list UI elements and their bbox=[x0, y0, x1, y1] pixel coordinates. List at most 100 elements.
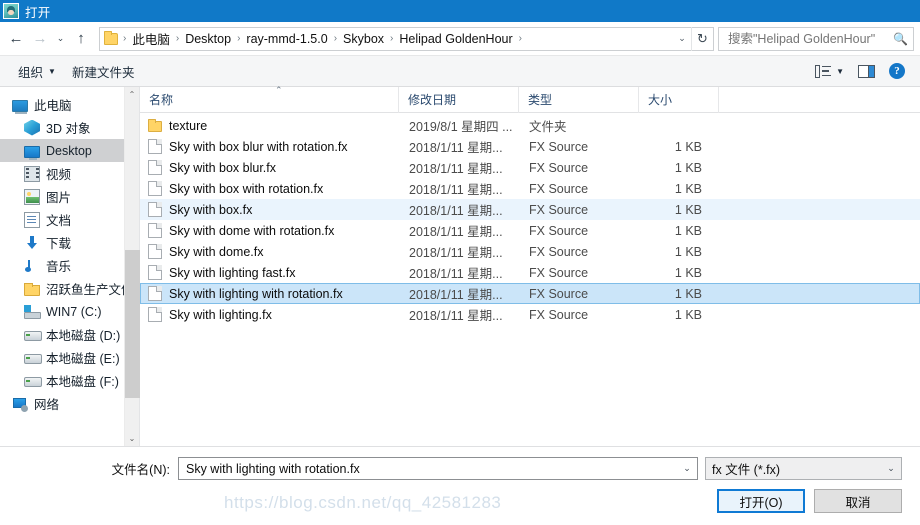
file-list: texture 2019/8/1 星期四 ... 文件夹 Sky with box b… bbox=[140, 113, 920, 446]
column-header-size[interactable]: 大小 bbox=[639, 86, 719, 113]
address-bar[interactable]: › 此电脑 › Desktop › ray-mmd-1.5.0 › Skybox… bbox=[99, 26, 714, 51]
filename-input[interactable] bbox=[184, 460, 679, 477]
search-input[interactable] bbox=[726, 30, 891, 47]
table-row[interactable]: Sky with box blur with rotation.fx 2018/1… bbox=[140, 136, 920, 157]
file-size-cell: 1 KB bbox=[674, 202, 702, 217]
documents-icon bbox=[24, 211, 40, 228]
table-row[interactable]: Sky with box with rotation.fx 2018/1/11 星… bbox=[140, 178, 920, 199]
view-list-icon bbox=[815, 64, 832, 78]
file-name-cell: Sky with lighting fast.fx bbox=[141, 265, 400, 280]
column-headers: 名称 ⌃ 修改日期 类型 大小 bbox=[140, 85, 920, 113]
file-name-label: Sky with box with rotation.fx bbox=[169, 181, 324, 196]
sidebar-item-3[interactable]: 视频 bbox=[0, 162, 124, 185]
sidebar-item-8[interactable]: 沼跃鱼生产文件 bbox=[0, 277, 124, 300]
open-button[interactable]: 打开(O) bbox=[717, 489, 805, 513]
file-type-cell: 文件夹 bbox=[529, 120, 567, 134]
column-header-type[interactable]: 类型 bbox=[519, 86, 639, 113]
breadcrumb-item-3[interactable]: Skybox bbox=[340, 30, 387, 48]
scrollbar-track[interactable] bbox=[125, 102, 140, 431]
preview-pane-button[interactable] bbox=[851, 63, 882, 80]
sidebar-item-6[interactable]: 下载 bbox=[0, 231, 124, 254]
refresh-icon[interactable]: ↻ bbox=[691, 26, 713, 51]
table-row[interactable]: Sky with dome.fx 2018/1/11 星期... FX Source… bbox=[140, 241, 920, 262]
table-row[interactable]: Sky with lighting fast.fx 2018/1/11 星期...… bbox=[140, 262, 920, 283]
file-type-cell: FX Source bbox=[529, 181, 589, 196]
column-header-date[interactable]: 修改日期 bbox=[399, 86, 519, 113]
dialog-footer: 文件名(N): ⌄ fx 文件 (*.fx) ⌄ 打开(O) 取消 https:… bbox=[0, 446, 920, 525]
file-date-cell: 2018/1/11 星期... bbox=[409, 141, 503, 155]
sidebar-list: 此电脑 3D 对象 Desktop 视频图片文档下载音乐沼跃鱼生产文件 WIN7 (C:… bbox=[0, 87, 124, 446]
table-row[interactable]: Sky with box.fx 2018/1/11 星期... FX Source 1… bbox=[140, 199, 920, 220]
sidebar-item-4[interactable]: 图片 bbox=[0, 185, 124, 208]
up-button[interactable]: ↑ bbox=[69, 26, 93, 52]
sidebar-item-12[interactable]: 本地磁盘 (F:) bbox=[0, 369, 124, 392]
sidebar-item-0[interactable]: 此电脑 bbox=[0, 93, 124, 116]
preview-pane-icon bbox=[858, 64, 875, 78]
sidebar-item-1[interactable]: 3D 对象 bbox=[0, 116, 124, 139]
table-row[interactable]: Sky with lighting with rotation.fx 2018/1… bbox=[140, 283, 920, 304]
filename-field[interactable]: ⌄ bbox=[178, 457, 698, 480]
sidebar-item-10[interactable]: 本地磁盘 (D:) bbox=[0, 323, 124, 346]
sidebar-item-label: 下载 bbox=[46, 237, 72, 251]
recent-locations-button[interactable]: ⌄ bbox=[52, 26, 69, 52]
filename-row: 文件名(N): ⌄ fx 文件 (*.fx) ⌄ bbox=[0, 457, 902, 480]
organize-button[interactable]: 组织 ▼ bbox=[10, 59, 64, 84]
breadcrumb-separator: › bbox=[237, 33, 241, 44]
scroll-up-icon[interactable]: ⌃ bbox=[125, 87, 139, 102]
open-file-dialog: 打开 ← → ⌄ ↑ › 此电脑 › Desktop › ray-mmd-1.5… bbox=[0, 0, 920, 525]
breadcrumb-item-1[interactable]: Desktop bbox=[182, 30, 234, 48]
chevron-down-icon[interactable]: ▼ bbox=[836, 67, 844, 76]
sidebar-item-label: 本地磁盘 (E:) bbox=[46, 352, 120, 366]
cancel-button[interactable]: 取消 bbox=[814, 489, 902, 513]
sidebar-item-label: 3D 对象 bbox=[46, 122, 91, 136]
drive-icon bbox=[24, 327, 42, 343]
sidebar-item-5[interactable]: 文档 bbox=[0, 208, 124, 231]
music-icon bbox=[24, 258, 40, 274]
folder-icon bbox=[104, 30, 118, 45]
table-row[interactable]: Sky with box blur.fx 2018/1/11 星期... FX So… bbox=[140, 157, 920, 178]
scrollbar-thumb[interactable] bbox=[125, 250, 140, 399]
file-size-cell: 1 KB bbox=[674, 307, 702, 322]
file-icon bbox=[148, 181, 162, 196]
file-name-label: Sky with dome.fx bbox=[169, 244, 264, 259]
file-icon bbox=[148, 307, 162, 322]
back-button[interactable]: ← bbox=[4, 26, 28, 52]
sidebar-item-2[interactable]: Desktop bbox=[0, 139, 124, 162]
title-bar: 打开 bbox=[0, 0, 920, 22]
sidebar-item-9[interactable]: WIN7 (C:) bbox=[0, 300, 124, 323]
breadcrumb-item-0[interactable]: 此电脑 bbox=[129, 27, 173, 50]
chevron-down-icon[interactable]: ⌄ bbox=[673, 33, 691, 44]
breadcrumb-item-4[interactable]: Helipad GoldenHour bbox=[396, 30, 515, 48]
file-date-cell: 2018/1/11 星期... bbox=[409, 246, 503, 260]
file-name-cell: Sky with box.fx bbox=[141, 202, 400, 217]
file-icon bbox=[148, 286, 162, 301]
command-toolbar: 组织 ▼ 新建文件夹 ▼ ? bbox=[0, 55, 920, 87]
pictures-icon bbox=[24, 188, 40, 205]
chevron-down-icon[interactable]: ⌄ bbox=[679, 463, 695, 474]
search-box[interactable]: 🔍 bbox=[718, 26, 914, 51]
search-icon[interactable]: 🔍 bbox=[893, 32, 908, 46]
breadcrumb-separator: › bbox=[175, 33, 180, 44]
sidebar-item-13[interactable]: 网络 bbox=[0, 392, 124, 415]
file-name-label: texture bbox=[169, 118, 208, 133]
breadcrumb-item-2[interactable]: ray-mmd-1.5.0 bbox=[243, 30, 330, 48]
sidebar-item-11[interactable]: 本地磁盘 (E:) bbox=[0, 346, 124, 369]
breadcrumb-separator: › bbox=[390, 33, 394, 44]
table-row[interactable]: texture 2019/8/1 星期四 ... 文件夹 bbox=[140, 115, 920, 136]
sidebar-item-7[interactable]: 音乐 bbox=[0, 254, 124, 277]
scroll-down-icon[interactable]: ⌄ bbox=[125, 431, 139, 446]
forward-button[interactable]: → bbox=[28, 26, 52, 52]
table-row[interactable]: Sky with lighting.fx 2018/1/11 星期... FX So… bbox=[140, 304, 920, 325]
help-button[interactable]: ? bbox=[882, 61, 912, 81]
sidebar-scrollbar[interactable]: ⌃ ⌄ bbox=[124, 87, 140, 446]
file-icon bbox=[148, 223, 162, 238]
view-mode-button[interactable]: ▼ bbox=[808, 63, 851, 80]
filetype-dropdown[interactable]: fx 文件 (*.fx) ⌄ bbox=[705, 457, 902, 480]
filename-label: 文件名(N): bbox=[111, 463, 170, 477]
table-row[interactable]: Sky with dome with rotation.fx 2018/1/11 … bbox=[140, 220, 920, 241]
file-name-cell: Sky with lighting with rotation.fx bbox=[141, 286, 400, 301]
breadcrumb-separator: › bbox=[518, 33, 522, 44]
sidebar-item-label: 沼跃鱼生产文件 bbox=[46, 283, 124, 297]
new-folder-button[interactable]: 新建文件夹 bbox=[64, 59, 143, 84]
column-header-name[interactable]: 名称 ⌃ bbox=[140, 85, 399, 113]
